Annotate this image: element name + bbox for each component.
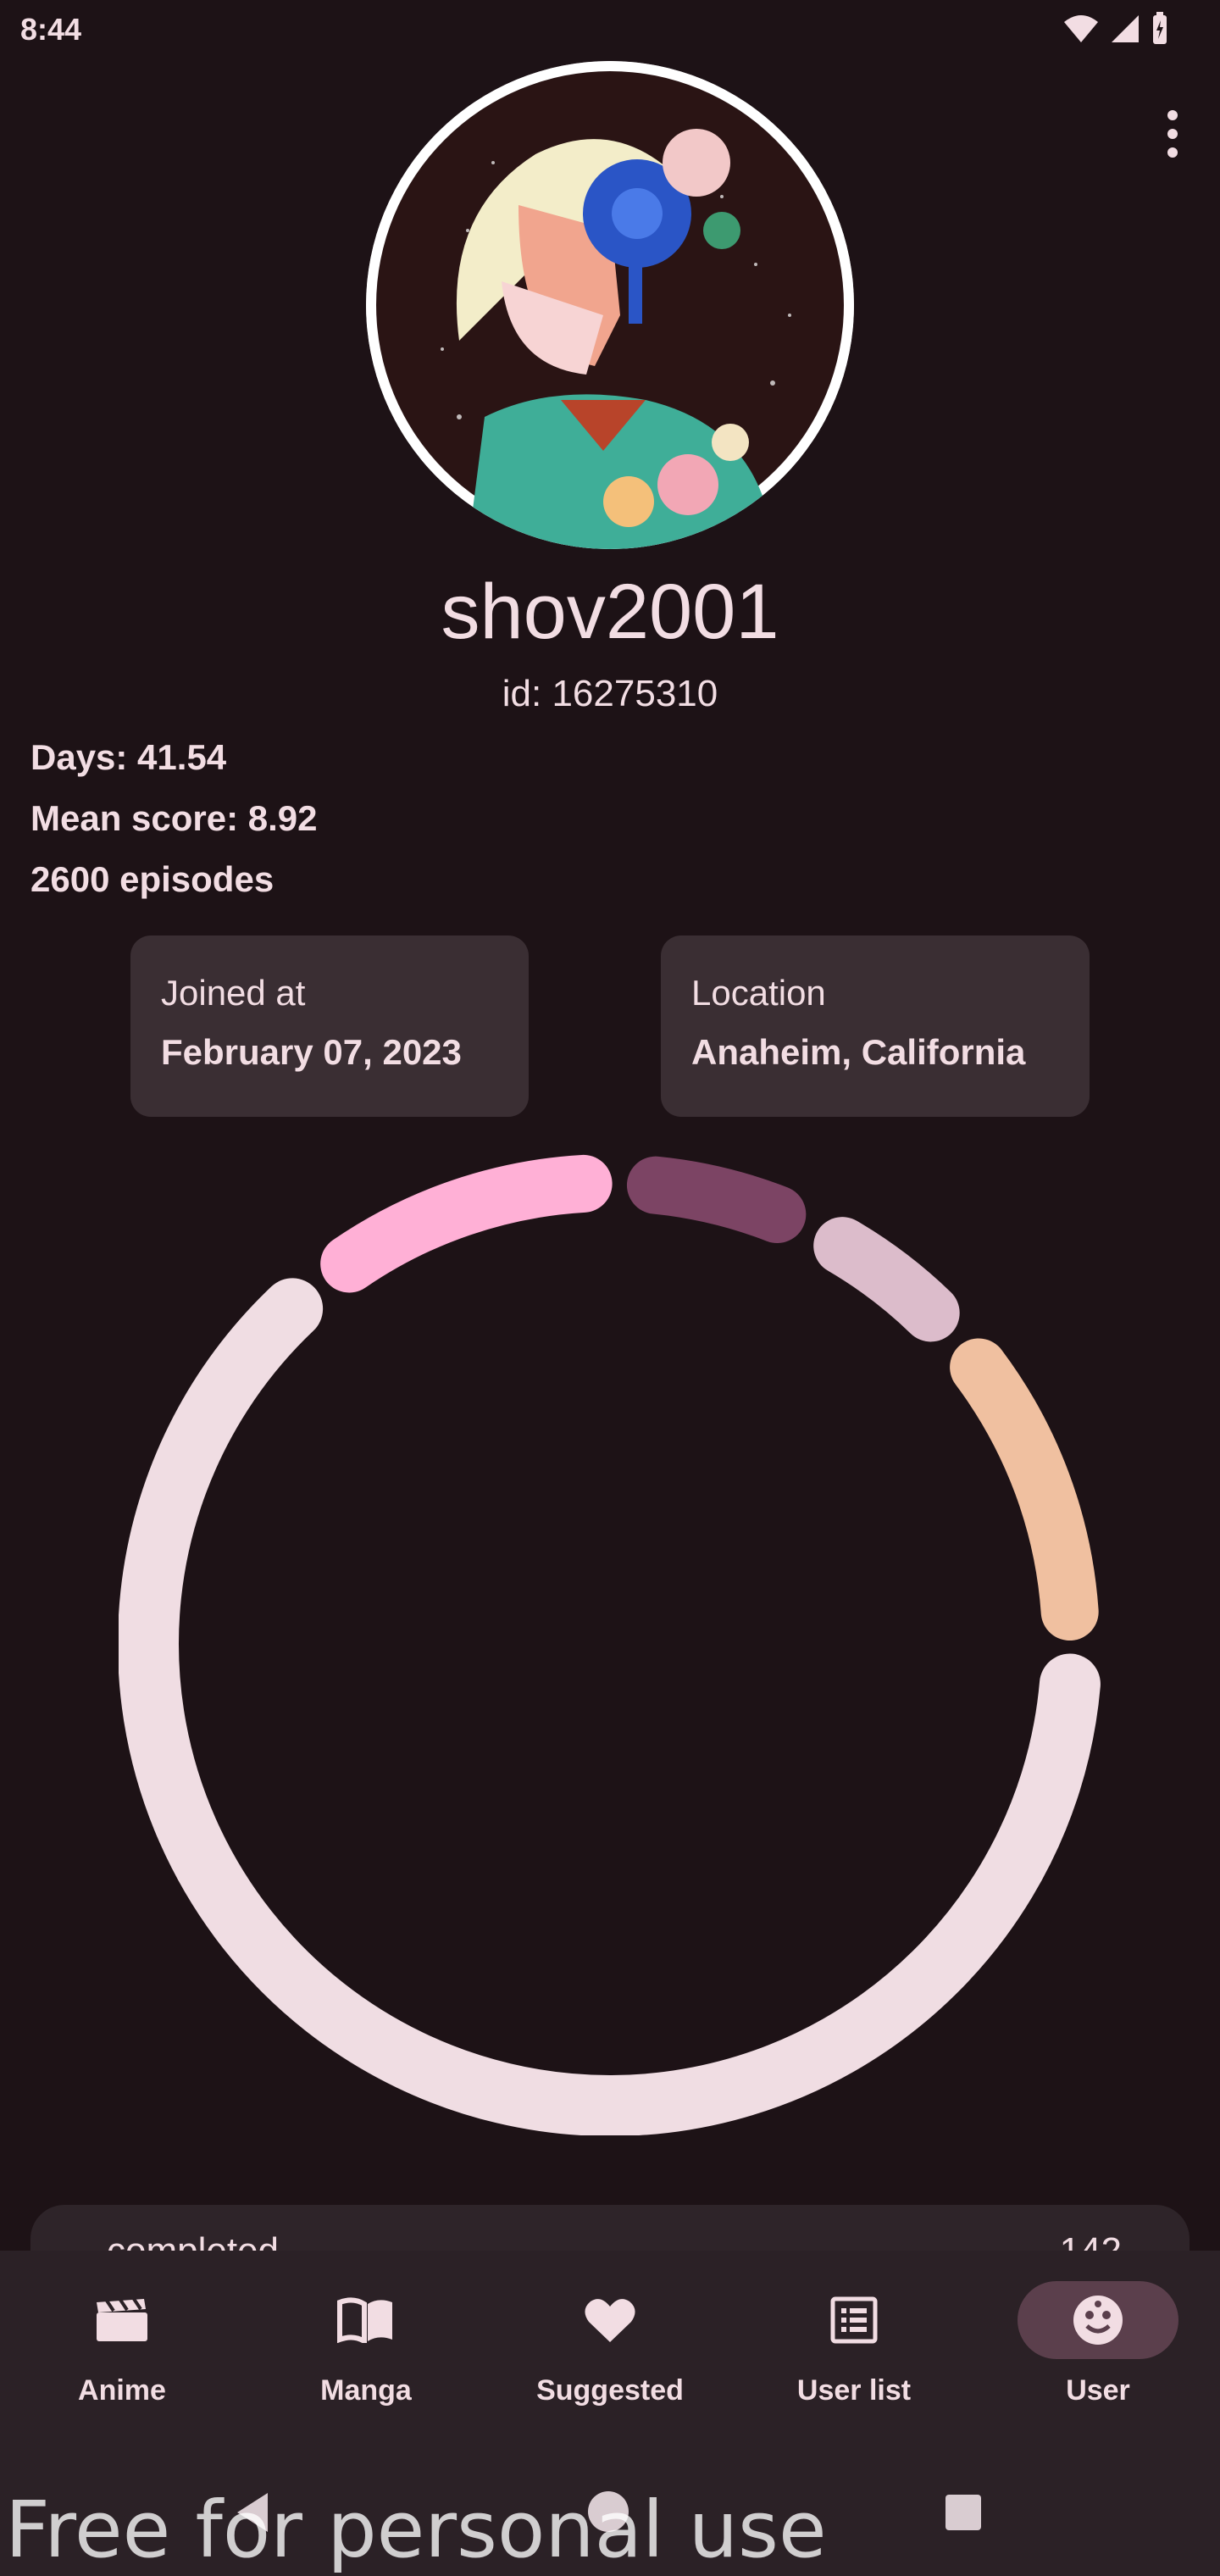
username: shov2001 [441, 569, 779, 655]
nav-item-anime[interactable]: Anime [0, 2251, 244, 2447]
book-icon [337, 2297, 392, 2343]
signal-icon [1112, 15, 1139, 42]
dot [1167, 129, 1178, 139]
nav-label: Manga [320, 2374, 412, 2407]
mean-score-stat: Mean score: 8.92 [30, 798, 318, 838]
joined-label: Joined at [161, 973, 306, 1013]
nav-label: Anime [78, 2374, 166, 2407]
avatar-image [366, 61, 854, 549]
nav-item-user[interactable]: User [976, 2251, 1220, 2447]
status-time: 8:44 [20, 12, 82, 47]
nav-item-suggested[interactable]: Suggested [488, 2251, 732, 2447]
donut-segment [119, 1278, 1101, 2135]
status-bar: 8:44 [0, 0, 1220, 61]
active-indicator [1018, 2281, 1178, 2359]
dot [1167, 147, 1178, 158]
recents-icon[interactable] [946, 2495, 981, 2530]
location-value: Anaheim, California [691, 1032, 1026, 1072]
list-icon [830, 2296, 878, 2344]
donut-svg [119, 1154, 1101, 2135]
donut-segment [813, 1217, 960, 1342]
avatar [366, 61, 854, 549]
episodes-stat: 2600 episodes [30, 859, 274, 899]
location-label: Location [691, 973, 826, 1013]
dot [1167, 110, 1178, 120]
wifi-icon [1064, 15, 1098, 42]
donut-segment [626, 1156, 807, 1244]
more-options-icon[interactable] [1147, 100, 1198, 168]
user-id: id: 16275310 [502, 673, 718, 714]
bottom-navigation: Anime Manga Suggested User list User [0, 2251, 1220, 2447]
donut-segment [950, 1338, 1099, 1641]
watermark: Free for personal use [5, 2484, 827, 2575]
donut-segment [320, 1154, 613, 1293]
nav-label: User list [796, 2374, 912, 2407]
nav-item-user-list[interactable]: User list [732, 2251, 976, 2447]
nav-label: Suggested [536, 2374, 684, 2407]
heart-icon [585, 2299, 635, 2342]
clapperboard-icon [97, 2297, 147, 2341]
days-stat: Days: 41.54 [30, 737, 227, 777]
location-card: Location Anaheim, California [661, 935, 1090, 1117]
joined-value: February 07, 2023 [161, 1032, 462, 1072]
status-donut-chart [119, 1152, 1101, 2135]
face-icon [1073, 2296, 1123, 2345]
status-icons [1062, 12, 1169, 46]
nav-label: User [1066, 2374, 1130, 2407]
joined-card: Joined at February 07, 2023 [130, 935, 529, 1117]
battery-icon [1153, 12, 1167, 44]
nav-item-manga[interactable]: Manga [244, 2251, 488, 2447]
